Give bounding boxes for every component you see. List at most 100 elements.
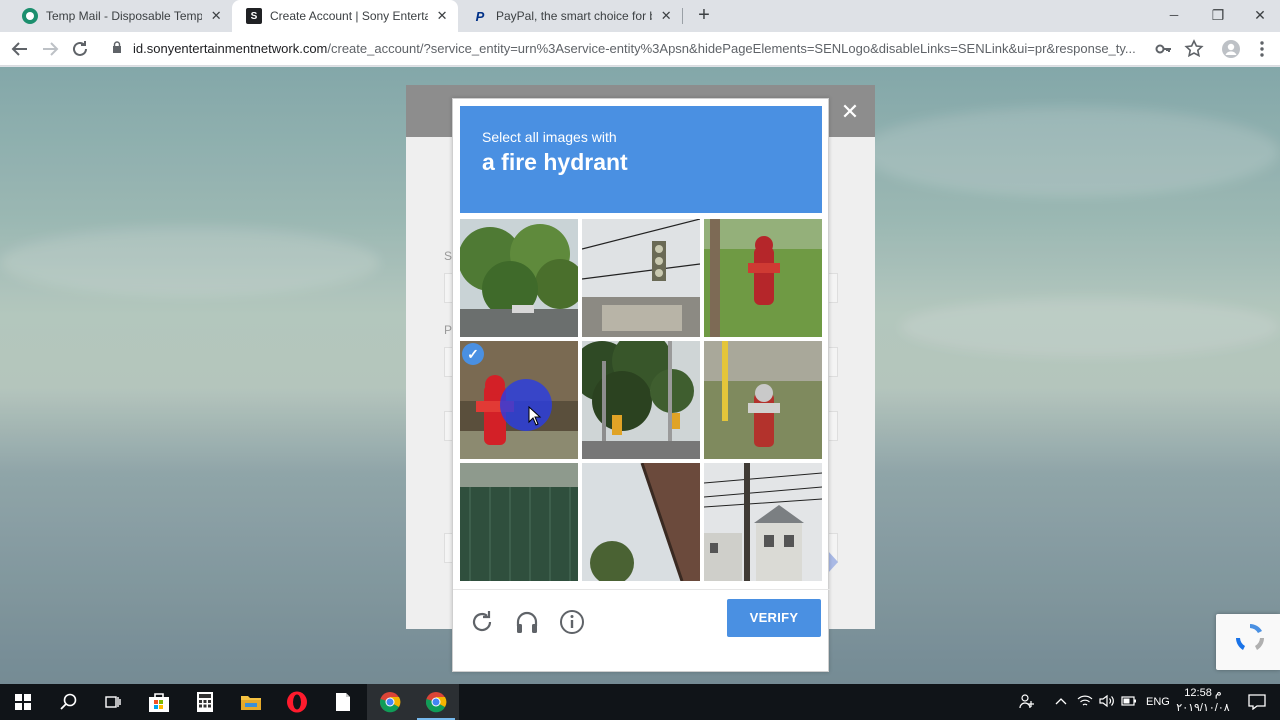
captcha-tile-houses-wires[interactable] bbox=[704, 463, 822, 581]
close-tab-icon[interactable]: ✕ bbox=[658, 8, 674, 24]
back-button[interactable] bbox=[8, 37, 32, 61]
field-label: S bbox=[444, 249, 453, 263]
store-app[interactable] bbox=[136, 684, 182, 720]
browser-toolbar: id.sonyentertainmentnetwork.com/create_a… bbox=[0, 32, 1280, 66]
wifi-icon[interactable] bbox=[1074, 694, 1096, 711]
tile-image bbox=[582, 463, 700, 581]
reload-button[interactable] bbox=[68, 37, 92, 61]
start-button[interactable] bbox=[0, 684, 46, 720]
calculator-icon bbox=[197, 692, 213, 712]
tab-sony-create-account[interactable]: S Create Account | Sony Entertainm ✕ bbox=[232, 0, 458, 32]
tile-image bbox=[460, 219, 578, 337]
people-icon[interactable] bbox=[1016, 693, 1038, 712]
chrome-app[interactable] bbox=[367, 684, 413, 720]
back-arrow-icon bbox=[11, 42, 27, 56]
menu-button[interactable] bbox=[1250, 37, 1274, 61]
tile-image bbox=[582, 219, 700, 337]
url-path: /create_account/?service_entity=urn%3Ase… bbox=[327, 41, 1136, 56]
tab-divider bbox=[682, 8, 683, 24]
forward-arrow-icon bbox=[43, 42, 59, 56]
tab-temp-mail[interactable]: Temp Mail - Disposable Tempora ✕ bbox=[8, 0, 232, 32]
close-tab-icon[interactable]: ✕ bbox=[434, 8, 450, 24]
captcha-tile-fire-hydrant-yellow-pole[interactable] bbox=[704, 341, 822, 459]
notepad-app[interactable] bbox=[320, 684, 366, 720]
captcha-footer: VERIFY bbox=[453, 589, 830, 673]
tile-image bbox=[460, 463, 578, 581]
opera-icon bbox=[287, 691, 307, 713]
forward-button[interactable] bbox=[38, 37, 62, 61]
captcha-tile-fire-hydrant-grass[interactable] bbox=[704, 219, 822, 337]
store-icon bbox=[149, 693, 169, 712]
notifications-button[interactable] bbox=[1234, 684, 1280, 720]
task-view-icon bbox=[105, 696, 121, 708]
tab-title: PayPal, the smart choice for busi bbox=[496, 9, 652, 23]
paypal-favicon-icon: P bbox=[475, 8, 485, 24]
url-text: id.sonyentertainmentnetwork.com/create_a… bbox=[133, 41, 1143, 56]
address-bar[interactable]: id.sonyentertainmentnetwork.com/create_a… bbox=[104, 35, 1214, 63]
captcha-tile-traffic-light[interactable] bbox=[582, 219, 700, 337]
captcha-instruction: Select all images with bbox=[482, 129, 617, 145]
windows-logo-icon bbox=[15, 694, 31, 710]
tab-paypal[interactable]: P PayPal, the smart choice for busi ✕ bbox=[458, 0, 682, 32]
volume-icon[interactable] bbox=[1096, 694, 1118, 711]
key-icon bbox=[1155, 44, 1171, 54]
maximize-button[interactable]: ❐ bbox=[1196, 0, 1240, 32]
avatar-icon bbox=[1222, 40, 1240, 58]
bookmark-button[interactable] bbox=[1182, 37, 1206, 61]
chrome-icon bbox=[426, 692, 447, 713]
close-tab-icon[interactable]: ✕ bbox=[208, 8, 224, 24]
captcha-header: Select all images with a fire hydrant bbox=[460, 106, 822, 213]
chrome-icon bbox=[380, 692, 401, 713]
key-button[interactable] bbox=[1152, 37, 1176, 61]
notification-icon bbox=[1248, 694, 1266, 710]
file-explorer-app[interactable] bbox=[228, 684, 274, 720]
captcha-tile-trees-road[interactable] bbox=[460, 219, 578, 337]
captcha-tile-awning-sky[interactable] bbox=[582, 463, 700, 581]
audio-challenge-button[interactable] bbox=[513, 608, 541, 636]
tile-image bbox=[582, 341, 700, 459]
task-view-button[interactable] bbox=[90, 684, 136, 720]
new-tab-button[interactable]: + bbox=[692, 4, 716, 28]
url-host: id.sonyentertainmentnetwork.com bbox=[133, 41, 328, 56]
clock[interactable]: 12:58 م ٢٠١٩/١٠/٠٨ bbox=[1172, 686, 1234, 716]
chevron-up-icon[interactable] bbox=[1048, 696, 1074, 709]
signup-close-button[interactable]: ✕ bbox=[838, 99, 862, 125]
verify-button[interactable]: VERIFY bbox=[727, 599, 821, 637]
clock-time: 12:58 م bbox=[1184, 687, 1222, 699]
chrome-app-active[interactable] bbox=[413, 684, 459, 720]
battery-icon[interactable] bbox=[1118, 695, 1140, 709]
reload-challenge-button[interactable] bbox=[468, 608, 496, 636]
info-icon bbox=[560, 610, 584, 634]
next-arrow-icon[interactable] bbox=[828, 551, 838, 573]
search-button[interactable] bbox=[46, 684, 92, 720]
tab-strip: Temp Mail - Disposable Tempora ✕ S Creat… bbox=[0, 0, 1280, 32]
headphones-icon bbox=[516, 611, 538, 633]
system-tray: ENG bbox=[1016, 684, 1170, 720]
minimize-button[interactable]: ─ bbox=[1152, 0, 1196, 32]
captcha-tile-fence-trees[interactable] bbox=[460, 463, 578, 581]
info-button[interactable] bbox=[558, 608, 586, 636]
windows-taskbar: ENG 12:58 م ٢٠١٩/١٠/٠٨ bbox=[0, 684, 1280, 720]
recaptcha-badge[interactable] bbox=[1216, 614, 1280, 670]
folder-icon bbox=[241, 696, 261, 710]
captcha-tile-traffic-light-trees[interactable] bbox=[582, 341, 700, 459]
calculator-app[interactable] bbox=[182, 684, 228, 720]
lock-icon bbox=[113, 41, 121, 53]
captcha-target: a fire hydrant bbox=[482, 149, 628, 175]
tile-image bbox=[704, 341, 822, 459]
tab-title: Create Account | Sony Entertainm bbox=[270, 9, 429, 23]
mouse-cursor-icon bbox=[528, 406, 542, 426]
captcha-tile-fire-hydrant-red[interactable]: ✓ bbox=[460, 341, 578, 459]
tile-image bbox=[704, 463, 822, 581]
profile-button[interactable] bbox=[1219, 37, 1243, 61]
close-window-button[interactable]: ✕ bbox=[1238, 0, 1280, 32]
opera-app[interactable] bbox=[274, 684, 320, 720]
field-label: P bbox=[444, 323, 453, 337]
tile-image bbox=[704, 219, 822, 337]
sony-favicon-icon: S bbox=[246, 8, 262, 24]
captcha-challenge: Select all images with a fire hydrant ✓ … bbox=[452, 98, 830, 673]
clock-date: ٢٠١٩/١٠/٠٨ bbox=[1176, 702, 1230, 714]
language-indicator[interactable]: ENG bbox=[1146, 696, 1170, 708]
tab-title: Temp Mail - Disposable Tempora bbox=[46, 9, 203, 23]
reload-icon bbox=[472, 611, 492, 632]
